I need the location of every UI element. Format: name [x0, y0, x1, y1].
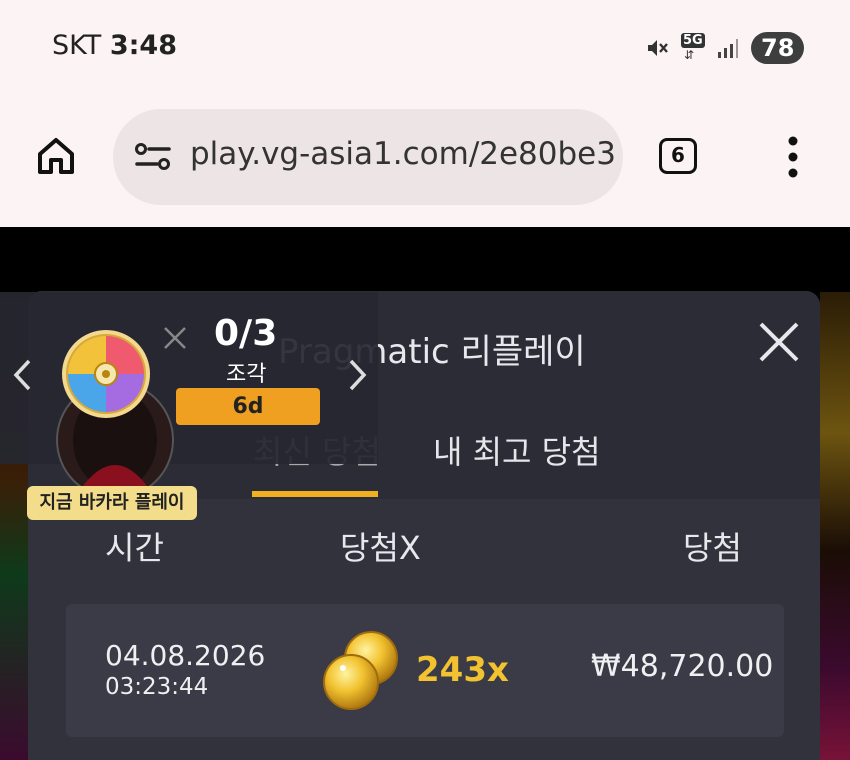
promo-progress: 0/3 [214, 313, 278, 354]
more-menu-icon[interactable] [780, 135, 806, 179]
close-icon[interactable] [758, 321, 800, 363]
site-settings-icon[interactable] [135, 143, 171, 171]
row-date: 04.08.2026 [105, 639, 266, 672]
url-text[interactable]: play.vg-asia1.com/2e80be3 [190, 136, 616, 172]
column-header-time: 시간 [105, 529, 164, 567]
active-tab-indicator [252, 491, 378, 497]
table-row[interactable]: 04.08.2026 03:23:44 243x ₩48,720.00 [66, 604, 784, 737]
status-time: 3:48 [109, 30, 178, 61]
mute-icon [648, 40, 668, 56]
row-time: 03:23:44 [105, 674, 209, 700]
tab-switcher-button[interactable]: 6 [659, 138, 697, 174]
dismiss-promo-icon[interactable] [163, 326, 187, 350]
row-win-amount: ₩48,720.00 [591, 649, 774, 684]
status-carrier: SKT 3:48 [52, 30, 177, 61]
play-baccarat-button[interactable]: 지금 바카라 플레이 [27, 486, 197, 520]
address-bar[interactable]: play.vg-asia1.com/2e80be3 [113, 109, 623, 205]
game-background-right [820, 292, 850, 760]
promo-unit: 조각 [226, 362, 267, 387]
status-bar: SKT 3:48 5G ⇵ 78 [0, 0, 850, 95]
tab-my-best-wins[interactable]: 내 최고 당첨 [433, 427, 601, 473]
signal-icon [718, 39, 738, 58]
home-icon[interactable] [36, 136, 76, 176]
network-5g-icon: 5G ⇵ [681, 33, 705, 62]
battery-indicator: 78 [751, 32, 805, 64]
status-icons: 5G ⇵ 78 [645, 30, 805, 66]
chevron-left-icon[interactable] [10, 355, 34, 395]
column-header-win: 당첨 [683, 529, 742, 567]
coins-icon [323, 631, 398, 710]
chevron-right-icon[interactable] [346, 355, 370, 395]
browser-toolbar: play.vg-asia1.com/2e80be3 6 [0, 95, 850, 227]
carrier-name: SKT [52, 30, 102, 61]
column-header-multiplier: 당첨X [340, 529, 421, 567]
promo-days-badge: 6d [176, 388, 320, 425]
row-multiplier: 243x [416, 650, 509, 690]
prize-wheel-icon[interactable] [62, 330, 150, 418]
